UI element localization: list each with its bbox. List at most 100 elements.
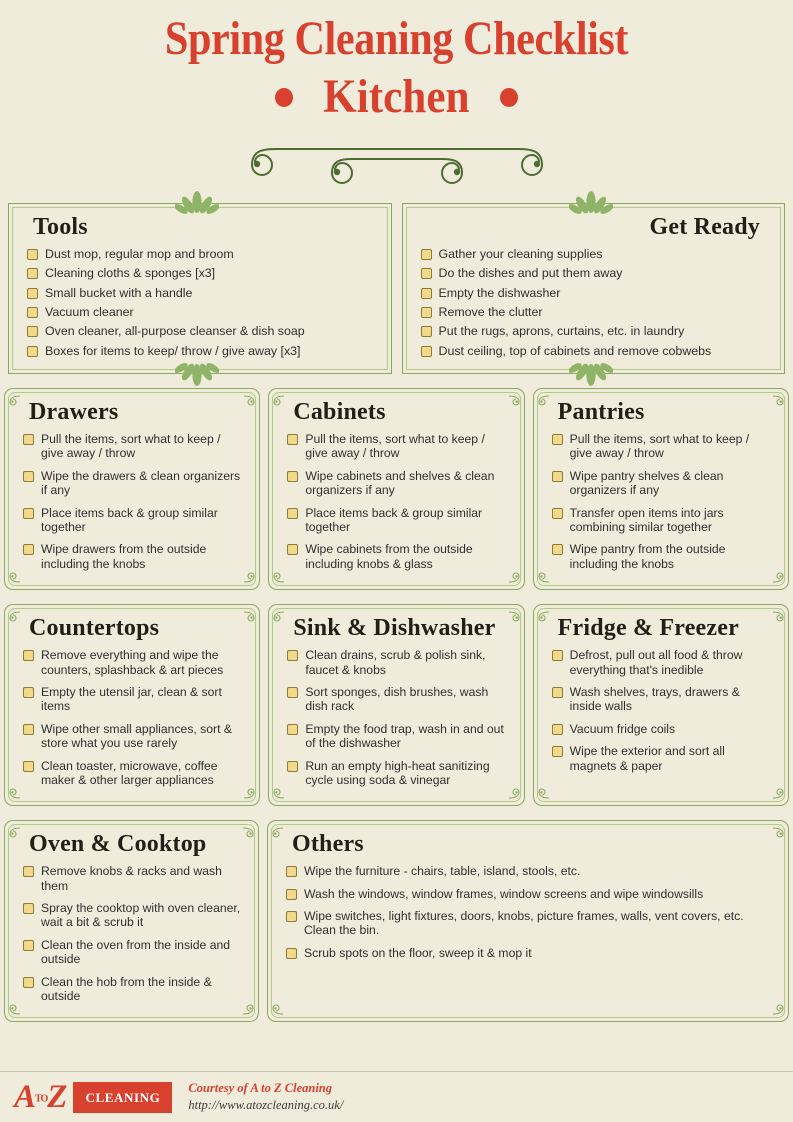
list-item[interactable]: Do the dishes and put them away bbox=[420, 266, 771, 281]
checkbox-icon[interactable] bbox=[23, 866, 34, 878]
checkbox-icon[interactable] bbox=[23, 760, 34, 772]
checkbox-icon[interactable] bbox=[23, 434, 34, 446]
checkbox-icon[interactable] bbox=[23, 939, 34, 951]
list-item[interactable]: Empty the dishwasher bbox=[420, 286, 771, 301]
list-item[interactable]: Transfer open items into jars combining … bbox=[551, 506, 774, 535]
list-item[interactable]: Spray the cooktop with oven cleaner, wai… bbox=[23, 901, 244, 930]
checkbox-icon[interactable] bbox=[286, 947, 297, 959]
checkbox-icon[interactable] bbox=[551, 723, 563, 735]
list-item[interactable]: Cleaning cloths & sponges [x3] bbox=[27, 266, 377, 281]
list-item[interactable]: Wipe cabinets and shelves & clean organi… bbox=[287, 469, 509, 498]
list-item[interactable]: Vacuum fridge coils bbox=[551, 722, 774, 736]
checkbox-icon[interactable] bbox=[420, 345, 432, 357]
brand-logo[interactable]: ATOZ CLEANING bbox=[14, 1080, 173, 1114]
checkbox-icon[interactable] bbox=[551, 507, 563, 519]
checkbox-icon[interactable] bbox=[420, 287, 432, 299]
list-item[interactable]: Boxes for items to keep/ throw / give aw… bbox=[27, 344, 377, 359]
list-item[interactable]: Clean the oven from the inside and outsi… bbox=[23, 938, 244, 967]
checkbox-icon[interactable] bbox=[287, 507, 299, 519]
list-item[interactable]: Pull the items, sort what to keep / give… bbox=[551, 432, 774, 461]
checkbox-icon[interactable] bbox=[27, 268, 38, 280]
item-label: Place items back & group similar togethe… bbox=[305, 505, 483, 534]
list-item[interactable]: Wipe cabinets from the outside including… bbox=[287, 542, 509, 571]
list-item[interactable]: Empty the food trap, wash in and out of … bbox=[287, 722, 509, 751]
item-label: Wipe the exterior and sort all magnets &… bbox=[569, 744, 725, 773]
checkbox-icon[interactable] bbox=[551, 686, 563, 698]
checkbox-icon[interactable] bbox=[551, 434, 563, 446]
list-item[interactable]: Wipe the furniture - chairs, table, isla… bbox=[286, 864, 774, 878]
checkbox-icon[interactable] bbox=[23, 903, 34, 915]
checkbox-icon[interactable] bbox=[23, 723, 34, 735]
list-item[interactable]: Put the rugs, aprons, curtains, etc. in … bbox=[420, 324, 771, 339]
item-label: Pull the items, sort what to keep / give… bbox=[41, 432, 221, 461]
list-item[interactable]: Dust ceiling, top of cabinets and remove… bbox=[420, 344, 771, 359]
checkbox-icon[interactable] bbox=[287, 434, 299, 446]
checkbox-icon[interactable] bbox=[551, 544, 563, 556]
checkbox-icon[interactable] bbox=[286, 866, 297, 878]
checkbox-icon[interactable] bbox=[287, 470, 299, 482]
list-item[interactable]: Wipe drawers from the outside including … bbox=[23, 542, 245, 571]
checkbox-icon[interactable] bbox=[23, 544, 34, 556]
list-item[interactable]: Clean toaster, microwave, coffee maker &… bbox=[23, 759, 245, 788]
checkbox-icon[interactable] bbox=[23, 976, 34, 988]
checkbox-icon[interactable] bbox=[23, 507, 34, 519]
list-item[interactable]: Run an empty high-heat sanitizing cycle … bbox=[287, 759, 509, 788]
checkbox-icon[interactable] bbox=[551, 470, 563, 482]
list-item[interactable]: Vacuum cleaner bbox=[27, 305, 377, 320]
list-item[interactable]: Place items back & group similar togethe… bbox=[23, 506, 245, 535]
checkbox-icon[interactable] bbox=[287, 686, 299, 698]
list-item[interactable]: Clean the hob from the inside & outside bbox=[23, 975, 244, 1004]
list-item[interactable]: Remove everything and wipe the counters,… bbox=[23, 648, 245, 677]
checkbox-icon[interactable] bbox=[551, 650, 563, 662]
list-item[interactable]: Wash shelves, trays, drawers & inside wa… bbox=[551, 685, 774, 714]
list-item[interactable]: Defrost, pull out all food & throw every… bbox=[551, 648, 774, 677]
list-item[interactable]: Wipe other small appliances, sort & stor… bbox=[23, 722, 245, 751]
list-item[interactable]: Dust mop, regular mop and broom bbox=[27, 247, 377, 262]
checkbox-icon[interactable] bbox=[286, 888, 297, 900]
list-item[interactable]: Place items back & group similar togethe… bbox=[287, 506, 509, 535]
checkbox-icon[interactable] bbox=[27, 345, 38, 357]
list-item[interactable]: Wipe pantry shelves & clean organizers i… bbox=[551, 469, 774, 498]
list-item[interactable]: Wipe switches, light fixtures, doors, kn… bbox=[286, 909, 774, 938]
dot-right-icon bbox=[499, 88, 518, 108]
checkbox-icon[interactable] bbox=[27, 326, 38, 338]
corner-curl-icon bbox=[273, 393, 285, 406]
list-item[interactable]: Clean drains, scrub & polish sink, fauce… bbox=[287, 648, 509, 677]
item-label: Wipe drawers from the outside including … bbox=[41, 542, 207, 571]
checkbox-icon[interactable] bbox=[287, 650, 299, 662]
list-item[interactable]: Gather your cleaning supplies bbox=[420, 247, 771, 262]
checkbox-icon[interactable] bbox=[551, 746, 563, 758]
list-item[interactable]: Scrub spots on the floor, sweep it & mop… bbox=[286, 946, 774, 960]
checkbox-icon[interactable] bbox=[27, 287, 38, 299]
list-item[interactable]: Remove the clutter bbox=[420, 305, 771, 320]
checkbox-icon[interactable] bbox=[286, 911, 297, 923]
list-item[interactable]: Remove knobs & racks and wash them bbox=[23, 864, 244, 893]
checkbox-icon[interactable] bbox=[27, 248, 38, 260]
list-item[interactable]: Wipe pantry from the outside including t… bbox=[551, 542, 774, 571]
checkbox-icon[interactable] bbox=[23, 686, 34, 698]
list-item[interactable]: Empty the utensil jar, clean & sort item… bbox=[23, 685, 245, 714]
item-label: Put the rugs, aprons, curtains, etc. in … bbox=[438, 324, 685, 339]
list-item[interactable]: Oven cleaner, all-purpose cleanser & dis… bbox=[27, 324, 377, 339]
list-item[interactable]: Wipe the exterior and sort all magnets &… bbox=[551, 744, 774, 773]
checkbox-icon[interactable] bbox=[287, 760, 299, 772]
list-item[interactable]: Pull the items, sort what to keep / give… bbox=[287, 432, 509, 461]
checkbox-icon[interactable] bbox=[420, 268, 432, 280]
checkbox-icon[interactable] bbox=[27, 306, 38, 318]
list-item[interactable]: Small bucket with a handle bbox=[27, 286, 377, 301]
list-item[interactable]: Pull the items, sort what to keep / give… bbox=[23, 432, 245, 461]
credit-url[interactable]: http://www.atozcleaning.co.uk/ bbox=[188, 1097, 343, 1114]
list-item[interactable]: Sort sponges, dish brushes, wash dish ra… bbox=[287, 685, 509, 714]
list-item[interactable]: Wipe the drawers & clean organizers if a… bbox=[23, 469, 245, 498]
checkbox-icon[interactable] bbox=[420, 306, 432, 318]
checkbox-icon[interactable] bbox=[23, 650, 34, 662]
checkbox-icon[interactable] bbox=[287, 723, 299, 735]
checkbox-icon[interactable] bbox=[420, 248, 432, 260]
checkbox-icon[interactable] bbox=[23, 470, 34, 482]
checkbox-icon[interactable] bbox=[287, 544, 299, 556]
checkbox-icon[interactable] bbox=[420, 326, 432, 338]
checklist-others: Wipe the furniture - chairs, table, isla… bbox=[278, 864, 778, 960]
item-label: Vacuum cleaner bbox=[45, 304, 134, 319]
list-item[interactable]: Wash the windows, window frames, window … bbox=[286, 887, 774, 901]
section-title-oven-cooktop: Oven & Cooktop bbox=[29, 831, 207, 858]
